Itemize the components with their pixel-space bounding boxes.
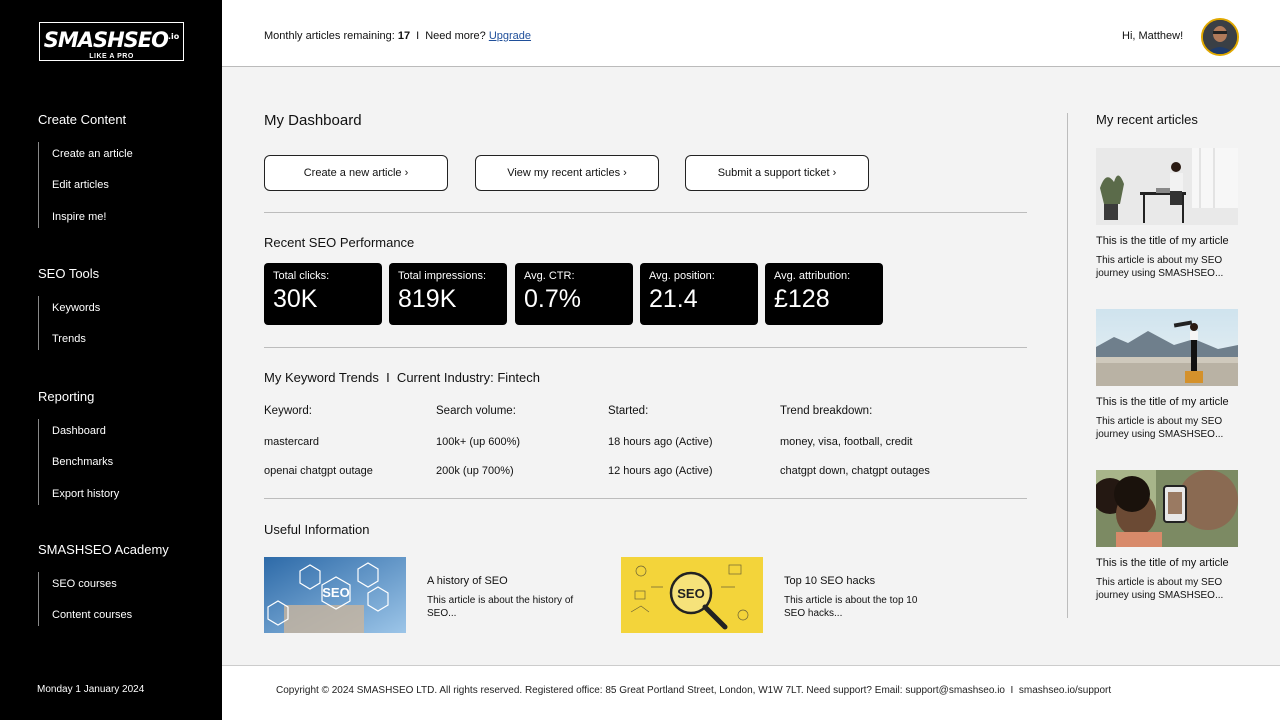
nav-title-reporting[interactable]: Reporting (38, 389, 119, 405)
keyword-trends-title: My Keyword Trends I Current Industry: Fi… (264, 370, 540, 385)
stat-card-impressions: Total impressions: 819K (389, 263, 507, 325)
nav-item-seo-courses[interactable]: SEO courses (52, 572, 169, 599)
keyword-header: Keyword: (264, 405, 312, 417)
recent-article-title[interactable]: This is the title of my article (1096, 396, 1229, 408)
articles-count: 17 (397, 30, 411, 42)
stat-label: Avg. CTR: (524, 270, 575, 282)
started-cell: 12 hours ago (Active) (608, 465, 713, 477)
current-date: Monday 1 January 2024 (37, 684, 145, 695)
nav-item-export-history[interactable]: Export history (52, 478, 119, 505)
recent-article-image-office[interactable] (1096, 148, 1238, 225)
started-cell: 18 hours ago (Active) (608, 436, 713, 448)
logo-text: SMASHSEO (43, 28, 169, 52)
stat-card-attribution: Avg. attribution: £128 (765, 263, 883, 325)
avatar-photo (1203, 20, 1237, 54)
footer-text: Copyright © 2024 SMASHSEO LTD. All right… (276, 685, 1112, 696)
separator: I (416, 30, 420, 42)
need-more-text: Need more? (425, 30, 486, 42)
nav-section-academy: SMASHSEO Academy SEO courses Content cou… (38, 542, 169, 626)
page-title: My Dashboard (264, 112, 362, 129)
seo-history-title[interactable]: A history of SEO (427, 575, 508, 587)
nav-section-reporting: Reporting Dashboard Benchmarks Export hi… (38, 389, 119, 505)
stat-value: 0.7% (524, 285, 581, 313)
create-article-button[interactable]: Create a new article › (264, 155, 448, 191)
search-volume-header: Search volume: (436, 405, 516, 417)
nav-item-dashboard[interactable]: Dashboard (52, 419, 119, 446)
started-header: Started: (608, 405, 649, 417)
recent-article-desc: This article is about my SEO journey usi… (1096, 577, 1224, 601)
nav-section-create-content: Create Content Create an article Edit ar… (38, 112, 133, 228)
seo-hacks-image[interactable]: SEO (621, 557, 763, 633)
recent-article-image-telescope[interactable] (1096, 309, 1238, 386)
keyword-cell[interactable]: mastercard (264, 436, 319, 448)
nav-item-keywords[interactable]: Keywords (52, 296, 100, 323)
useful-info-title: Useful Information (264, 522, 370, 537)
volume-cell: 100k+ (up 600%) (436, 436, 521, 448)
stat-card-position: Avg. position: 21.4 (640, 263, 758, 325)
articles-remaining: Monthly articles remaining: 17 I Need more… (264, 30, 531, 42)
stat-card-ctr: Avg. CTR: 0.7% (515, 263, 633, 325)
nav-title-create-content[interactable]: Create Content (38, 112, 133, 128)
seo-image-text: SEO (322, 585, 349, 600)
view-recent-articles-button[interactable]: View my recent articles › (475, 155, 659, 191)
stat-label: Avg. position: (649, 270, 715, 282)
nav-title-seo-tools[interactable]: SEO Tools (38, 266, 100, 282)
nav-item-trends[interactable]: Trends (52, 323, 100, 350)
nav-item-content-courses[interactable]: Content courses (52, 599, 169, 626)
nav-title-academy[interactable]: SMASHSEO Academy (38, 542, 169, 558)
sidebar: SMASHSEO.io LIKE A PRO Create Content Cr… (0, 0, 222, 720)
recent-article-desc: This article is about my SEO journey usi… (1096, 416, 1224, 440)
seo-history-desc: This article is about the history of SEO… (427, 595, 574, 619)
seo-performance-title: Recent SEO Performance (264, 235, 415, 250)
seo-image-text: SEO (677, 586, 704, 601)
stat-label: Total clicks: (273, 270, 330, 282)
column-divider (1067, 113, 1068, 618)
trend-breakdown-header: Trend breakdown: (780, 405, 873, 417)
submit-ticket-button[interactable]: Submit a support ticket › (685, 155, 869, 191)
main-content: My Dashboard Create a new article › View… (222, 67, 1280, 665)
upgrade-link[interactable]: Upgrade (489, 30, 531, 42)
recent-article-desc: This article is about my SEO journey usi… (1096, 255, 1224, 279)
seo-hacks-title[interactable]: Top 10 SEO hacks (784, 575, 875, 587)
recent-article-title[interactable]: This is the title of my article (1096, 557, 1229, 569)
trend-cell: chatgpt down, chatgpt outages (780, 465, 930, 477)
logo-suffix: .io (168, 32, 180, 41)
seo-hacks-desc: This article is about the top 10 SEO hac… (784, 595, 918, 619)
recent-article-title[interactable]: This is the title of my article (1096, 235, 1229, 247)
stat-value: £128 (774, 285, 830, 313)
stat-label: Avg. attribution: (774, 270, 851, 282)
stat-card-clicks: Total clicks: 30K (264, 263, 382, 325)
nav-item-create-article[interactable]: Create an article (52, 142, 133, 169)
recent-article-image-selfie[interactable] (1096, 470, 1238, 547)
logo[interactable]: SMASHSEO.io LIKE A PRO (39, 22, 184, 61)
stat-value: 30K (273, 285, 318, 313)
logo-tagline: LIKE A PRO (89, 53, 134, 60)
articles-label: Monthly articles remaining: (264, 30, 395, 42)
recent-articles-title: My recent articles (1096, 112, 1198, 127)
top-bar: Monthly articles remaining: 17 I Need more… (222, 0, 1280, 67)
nav-item-benchmarks[interactable]: Benchmarks (52, 446, 119, 478)
nav-item-edit-articles[interactable]: Edit articles (52, 169, 133, 201)
keyword-cell[interactable]: openai chatgpt outage (264, 465, 373, 477)
nav-section-seo-tools: SEO Tools Keywords Trends (38, 266, 100, 350)
stat-value: 819K (398, 285, 457, 313)
divider (264, 498, 1027, 499)
divider (264, 212, 1027, 213)
user-avatar[interactable] (1201, 18, 1239, 56)
user-greeting: Hi, Matthew! (1122, 30, 1184, 42)
nav-item-inspire-me[interactable]: Inspire me! (52, 201, 133, 228)
stat-value: 21.4 (649, 285, 698, 313)
stat-label: Total impressions: (398, 270, 487, 282)
trend-cell: money, visa, football, credit (780, 436, 913, 448)
volume-cell: 200k (up 700%) (436, 465, 514, 477)
divider (264, 347, 1027, 348)
footer: Copyright © 2024 SMASHSEO LTD. All right… (222, 665, 1280, 720)
seo-history-image[interactable]: SEO (264, 557, 406, 633)
